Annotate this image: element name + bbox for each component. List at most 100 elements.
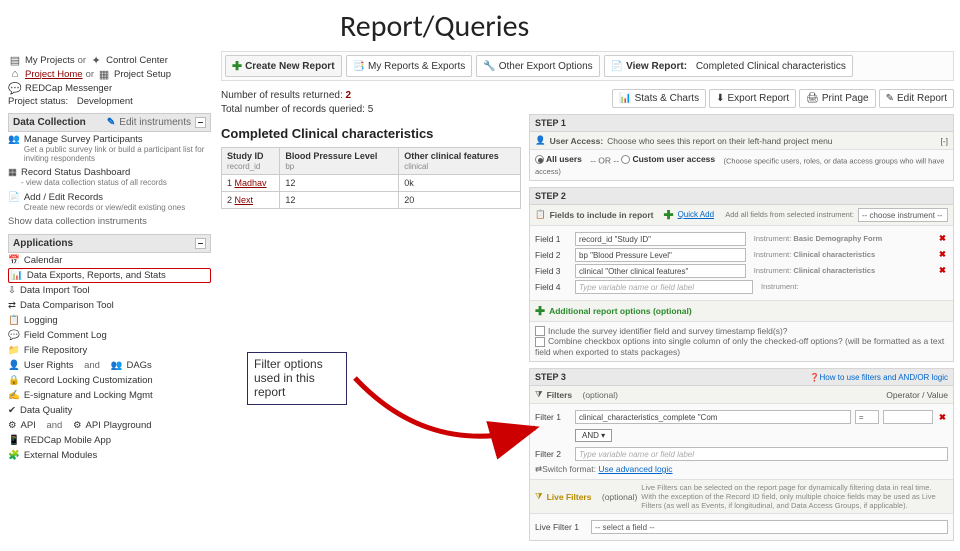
quick-add-icon[interactable]: ✚ — [664, 208, 674, 222]
table-row[interactable]: 1 Madhav120k — [222, 175, 521, 192]
radio-custom-access[interactable]: Custom user access — [621, 154, 715, 164]
slide-title: Report/Queries — [0, 0, 960, 51]
app-api[interactable]: ⚙API and ⚙API Playground — [8, 418, 211, 433]
app-file-repo[interactable]: 📁File Repository — [8, 343, 211, 358]
nav-project-setup[interactable]: Project Setup — [114, 69, 171, 80]
print-page-button[interactable]: 🖨Print Page — [799, 89, 875, 108]
field3-input[interactable]: clinical "Other clinical features" — [575, 264, 746, 278]
advanced-logic-link[interactable]: Use advanced logic — [598, 464, 672, 474]
step1-subheader: 👤User Access:Choose who sees this report… — [530, 132, 953, 150]
collapse-step1[interactable]: [-] — [940, 136, 948, 146]
edit-report-button[interactable]: ✎Edit Report — [879, 89, 954, 108]
filters-help-link[interactable]: ❓How to use filters and AND/OR logic — [810, 373, 948, 382]
step3-header: STEP 3❓How to use filters and AND/OR log… — [530, 369, 953, 386]
field-row-3: Field 3clinical "Other clinical features… — [535, 264, 948, 278]
main-area: ✚Create New Report 📑My Reports & Exports… — [215, 51, 960, 551]
app-user-rights[interactable]: 👤User Rights and 👥DAGs — [8, 358, 211, 373]
grid-icon: ▦ — [97, 68, 111, 80]
edit-instruments-link[interactable]: Edit instruments — [119, 117, 191, 128]
app-data-quality[interactable]: ✔Data Quality — [8, 403, 211, 418]
live-filter-row-1: Live Filter 1-- select a field -- — [535, 520, 948, 534]
app-data-exports[interactable]: 📊Data Exports, Reports, and Stats — [8, 268, 211, 283]
operator-select[interactable]: = — [855, 410, 879, 424]
plus-icon: ✚ — [232, 59, 242, 73]
funnel2-icon: ⧩ — [535, 491, 543, 502]
checkbox-icon[interactable] — [535, 326, 545, 336]
eye-icon: 📄 — [611, 61, 623, 72]
delete-filter-icon[interactable]: ✖ — [937, 412, 948, 423]
view-report-button[interactable]: 📄View Report: Completed Clinical charact… — [604, 55, 853, 77]
show-dc-instruments[interactable]: Show data collection instruments — [8, 214, 211, 229]
instrument-select[interactable]: -- choose instrument -- — [858, 208, 948, 222]
filter-row-2: Filter 2Type variable name or field labe… — [535, 447, 948, 461]
doc-plus-icon: 📄 — [8, 192, 20, 203]
value-select[interactable] — [883, 410, 933, 424]
sign-icon: ✍ — [8, 390, 20, 401]
field4-input[interactable]: Type variable name or field label — [575, 280, 753, 294]
my-reports-button[interactable]: 📑My Reports & Exports — [346, 55, 473, 77]
plugin-icon: 🧩 — [8, 450, 20, 461]
field-row-1: Field 1record_id "Study ID"Instrument: B… — [535, 232, 948, 246]
app-field-comment[interactable]: 💬Field Comment Log — [8, 328, 211, 343]
app-external-modules[interactable]: 🧩External Modules — [8, 448, 211, 463]
delete-field-icon[interactable]: ✖ — [937, 233, 948, 244]
app-data-import[interactable]: ⇩Data Import Tool — [8, 283, 211, 298]
addl-opt2[interactable]: Combine checkbox options into single col… — [535, 336, 948, 357]
nav-control-center[interactable]: Control Center — [106, 55, 168, 66]
step2-subheader: 📋Fields to include in report✚Quick AddAd… — [530, 205, 953, 226]
report-title: Completed Clinical characteristics — [221, 126, 521, 141]
app-calendar[interactable]: 📅Calendar — [8, 253, 211, 268]
sidebar: ▤My Projectsor✦Control Center ⌂Project H… — [0, 51, 215, 551]
delete-field-icon[interactable]: ✖ — [937, 265, 948, 276]
other-export-button[interactable]: 🔧Other Export Options — [476, 55, 599, 77]
project-status: Project status: Development — [8, 95, 211, 108]
result-counts: Number of results returned: 2 Total numb… — [221, 89, 373, 116]
quick-add-link[interactable]: Quick Add — [678, 210, 714, 219]
grid2-icon: ▦ — [8, 167, 17, 178]
app-esign[interactable]: ✍E-signature and Locking Mgmt — [8, 388, 211, 403]
field2-input[interactable]: bp "Blood Pressure Level" — [575, 248, 746, 262]
filter2-input[interactable]: Type variable name or field label — [575, 447, 948, 461]
people-icon: 👥 — [8, 134, 20, 145]
filter1-input[interactable]: clinical_characteristics_complete "Com — [575, 410, 851, 424]
filter-row-1: Filter 1clinical_characteristics_complet… — [535, 410, 948, 424]
nav-project-home[interactable]: ⌂Project Homeor▦Project Setup — [8, 67, 211, 81]
field1-input[interactable]: record_id "Study ID" — [575, 232, 746, 246]
collapse-toggle-apps[interactable]: – — [195, 238, 206, 249]
checkbox-icon[interactable] — [535, 337, 545, 347]
delete-field-icon[interactable]: ✖ — [937, 249, 948, 260]
and-pill[interactable]: AND ▾ — [575, 429, 612, 442]
pencil-icon[interactable]: ✎ — [107, 117, 115, 128]
sidebar-record-dashboard[interactable]: ▦Record Status Dashboard- view data coll… — [8, 165, 211, 189]
wrench-icon: ✦ — [89, 54, 103, 66]
group-icon: 👥 — [111, 360, 123, 371]
table-row[interactable]: 2 Next1220 — [222, 192, 521, 209]
log-icon: 📋 — [8, 315, 20, 326]
table-header-row: Study IDrecord_id Blood Pressure Levelbp… — [222, 148, 521, 175]
app-data-comparison[interactable]: ⇄Data Comparison Tool — [8, 298, 211, 313]
app-logging[interactable]: 📋Logging — [8, 313, 211, 328]
stats-charts-button[interactable]: 📊Stats & Charts — [612, 89, 706, 108]
nav-messenger[interactable]: 💬REDCap Messenger — [8, 81, 211, 95]
sidebar-add-edit[interactable]: 📄Add / Edit RecordsCreate new records or… — [8, 190, 211, 214]
sidebar-survey-participants[interactable]: 👥Manage Survey ParticipantsGet a public … — [8, 132, 211, 165]
app-record-locking[interactable]: 🔒Record Locking Customization — [8, 373, 211, 388]
export-report-button[interactable]: ⬇Export Report — [709, 89, 796, 108]
results-table: Study IDrecord_id Blood Pressure Levelbp… — [221, 147, 521, 209]
gear2-icon: ⚙ — [73, 420, 82, 431]
live-filters-header: ⧩Live Filters (optional)Live Filters can… — [530, 479, 953, 514]
nav-my-projects[interactable]: ▤My Projectsor✦Control Center — [8, 53, 211, 67]
chart-icon: 📊 — [11, 270, 23, 281]
live-filter1-select[interactable]: -- select a field -- — [591, 520, 948, 534]
nav-or: or — [78, 55, 86, 66]
addl-opt1[interactable]: Include the survey identifier field and … — [535, 326, 948, 337]
section-applications: Applications– — [8, 234, 211, 253]
collapse-toggle[interactable]: – — [195, 117, 206, 128]
home-icon: ⌂ — [8, 68, 22, 80]
radio-all-users[interactable]: All users — [535, 154, 582, 164]
app-mobile[interactable]: 📱REDCap Mobile App — [8, 433, 211, 448]
export-icon: 🔧 — [483, 61, 495, 72]
field-row-2: Field 2bp "Blood Pressure Level"Instrume… — [535, 248, 948, 262]
create-report-button[interactable]: ✚Create New Report — [225, 55, 342, 77]
bar-chart-icon: 📊 — [619, 93, 631, 104]
